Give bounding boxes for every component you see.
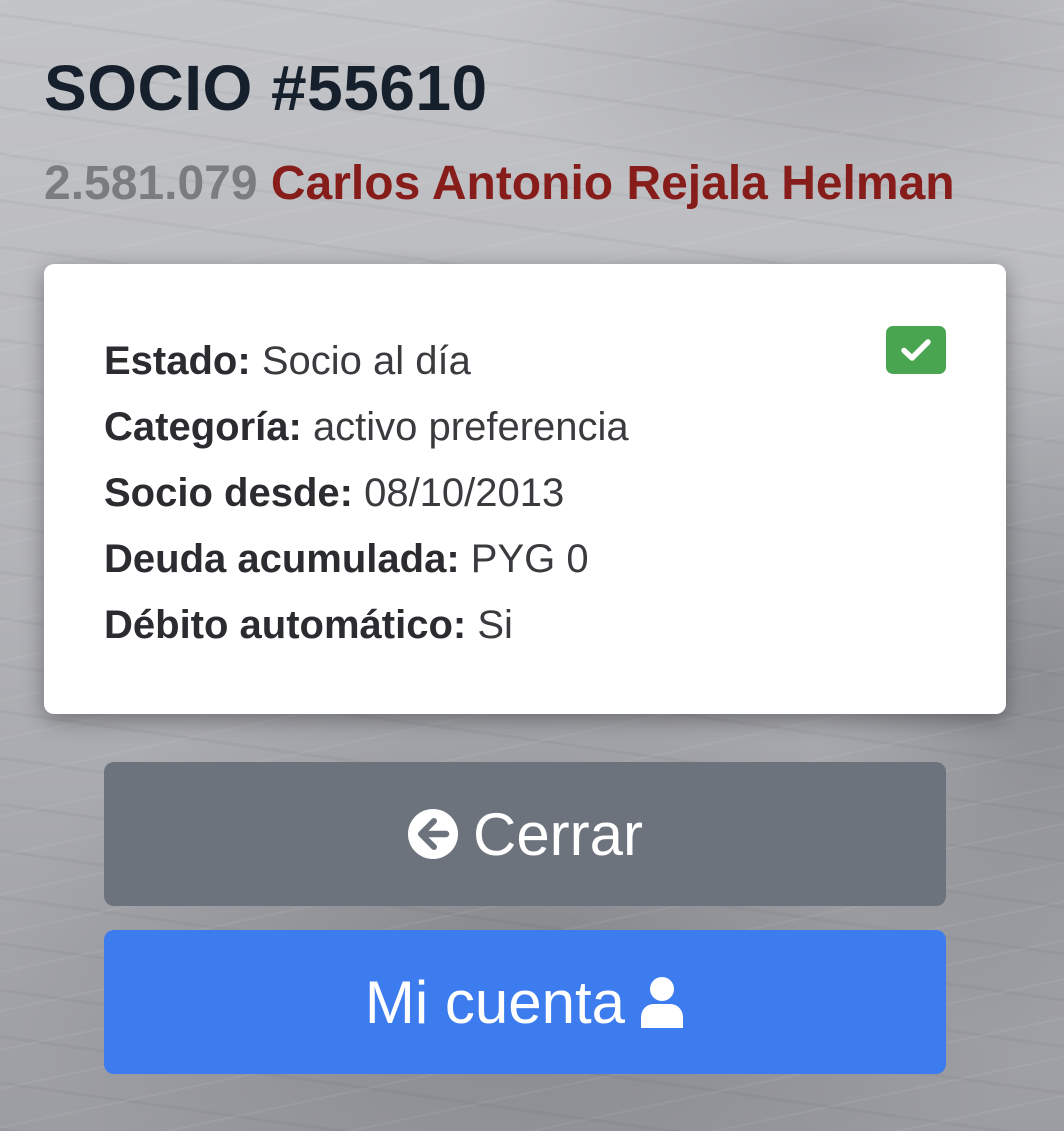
document-number: 2.581.079 xyxy=(44,157,258,210)
detail-row-deuda: Deuda acumulada: PYG 0 xyxy=(104,526,629,592)
detail-value: activo preferencia xyxy=(312,405,629,449)
detail-value: 08/10/2013 xyxy=(364,471,565,515)
my-account-button[interactable]: Mi cuenta xyxy=(104,930,946,1074)
check-icon xyxy=(901,338,931,362)
detail-row-debito: Débito automático: Si xyxy=(104,592,629,658)
detail-label: Estado: xyxy=(104,339,251,383)
detail-row-socio-desde: Socio desde: 08/10/2013 xyxy=(104,460,629,526)
detail-value: PYG 0 xyxy=(470,537,589,581)
status-details: Estado: Socio al día Categoría: activo p… xyxy=(104,328,629,658)
member-status-card: Estado: Socio al día Categoría: activo p… xyxy=(44,264,1006,714)
member-identity: 2.581.079 Carlos Antonio Rejala Helman xyxy=(44,157,955,211)
detail-label: Categoría: xyxy=(104,405,302,449)
close-button-label: Cerrar xyxy=(472,800,643,868)
user-icon xyxy=(639,976,685,1028)
page-title: SOCIO #55610 xyxy=(44,52,488,124)
detail-row-categoria: Categoría: activo preferencia xyxy=(104,394,629,460)
member-name: Carlos Antonio Rejala Helman xyxy=(270,157,955,210)
detail-value: Si xyxy=(477,603,513,647)
detail-label: Socio desde: xyxy=(104,471,353,515)
arrow-circle-left-icon xyxy=(407,808,459,860)
detail-label: Débito automático: xyxy=(104,603,467,647)
detail-value: Socio al día xyxy=(261,339,471,383)
detail-label: Deuda acumulada: xyxy=(104,537,460,581)
close-button[interactable]: Cerrar xyxy=(104,762,946,906)
my-account-button-label: Mi cuenta xyxy=(364,968,626,1036)
member-screen: SOCIO #55610 2.581.079 Carlos Antonio Re… xyxy=(0,0,1064,1131)
detail-row-estado: Estado: Socio al día xyxy=(104,328,629,394)
status-ok-badge xyxy=(886,326,946,374)
